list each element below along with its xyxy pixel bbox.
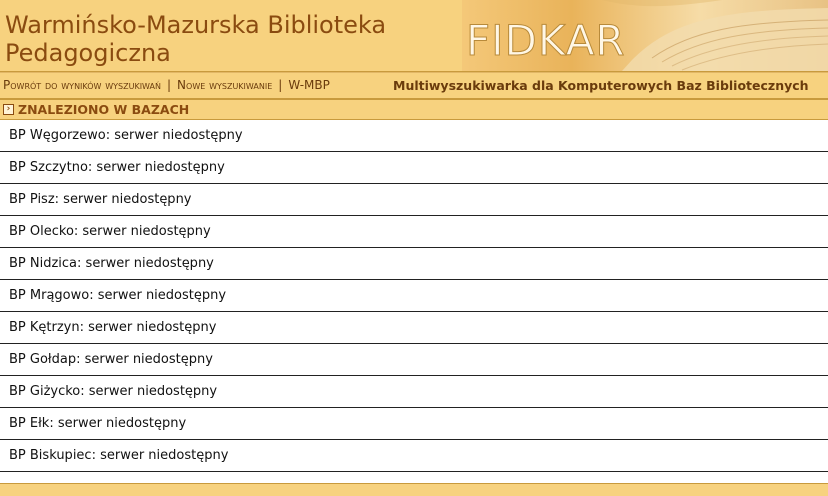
expand-arrow-icon[interactable]: › [3, 104, 14, 115]
found-in-databases-header[interactable]: › ZNALEZIONO W BAZACH [0, 99, 828, 120]
site-header: Warmińsko-Mazurska Biblioteka Pedagogicz… [0, 0, 828, 72]
result-row: BP Biskupiec: serwer niedostępny [0, 440, 828, 472]
library-title-line2: Pedagogiczna [5, 39, 171, 67]
library-title-line1: Warmińsko-Mazurska Biblioteka [5, 11, 387, 39]
result-row: BP Nidzica: serwer niedostępny [0, 248, 828, 280]
site-tagline: Multiwyszukiwarka dla Komputerowych Baz … [393, 78, 809, 93]
nav-separator: | [167, 78, 172, 92]
result-row: BP Ełk: serwer niedostępny [0, 408, 828, 440]
result-row: BP Szczytno: serwer niedostępny [0, 152, 828, 184]
wmbp-home-link[interactable]: W-MBP [288, 78, 330, 92]
database-results-list: BP Węgorzewo: serwer niedostępny BP Szczy… [0, 120, 828, 472]
navigation-bar: Powrót do wyników wyszukiwań | Nowe wyszuk… [0, 72, 828, 99]
result-row: BP Giżycko: serwer niedostępny [0, 376, 828, 408]
nav-separator: | [278, 78, 283, 92]
footer-bar [0, 483, 828, 496]
fidkar-banner: FIDKAR [462, 0, 828, 71]
result-row: BP Olecko: serwer niedostępny [0, 216, 828, 248]
library-title: Warmińsko-Mazurska Biblioteka Pedagogicz… [5, 11, 425, 67]
back-to-results-link[interactable]: Powrót do wyników wyszukiwań [3, 78, 161, 92]
banner-logo-text: FIDKAR [466, 16, 626, 65]
result-row: BP Węgorzewo: serwer niedostępny [0, 120, 828, 152]
result-row: BP Kętrzyn: serwer niedostępny [0, 312, 828, 344]
nav-links: Powrót do wyników wyszukiwań | Nowe wyszuk… [3, 73, 330, 98]
result-row: BP Mrągowo: serwer niedostępny [0, 280, 828, 312]
result-row: BP Gołdap: serwer niedostępny [0, 344, 828, 376]
new-search-link[interactable]: Nowe wyszukiwanie [177, 78, 272, 92]
result-row: BP Pisz: serwer niedostępny [0, 184, 828, 216]
section-title: ZNALEZIONO W BAZACH [18, 102, 190, 117]
